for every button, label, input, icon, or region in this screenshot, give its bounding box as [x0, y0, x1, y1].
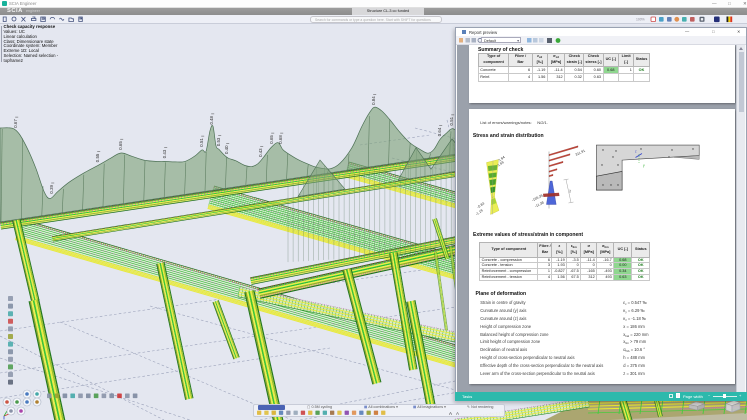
svg-text:A: A — [449, 411, 452, 416]
svg-text:A: A — [456, 411, 459, 416]
